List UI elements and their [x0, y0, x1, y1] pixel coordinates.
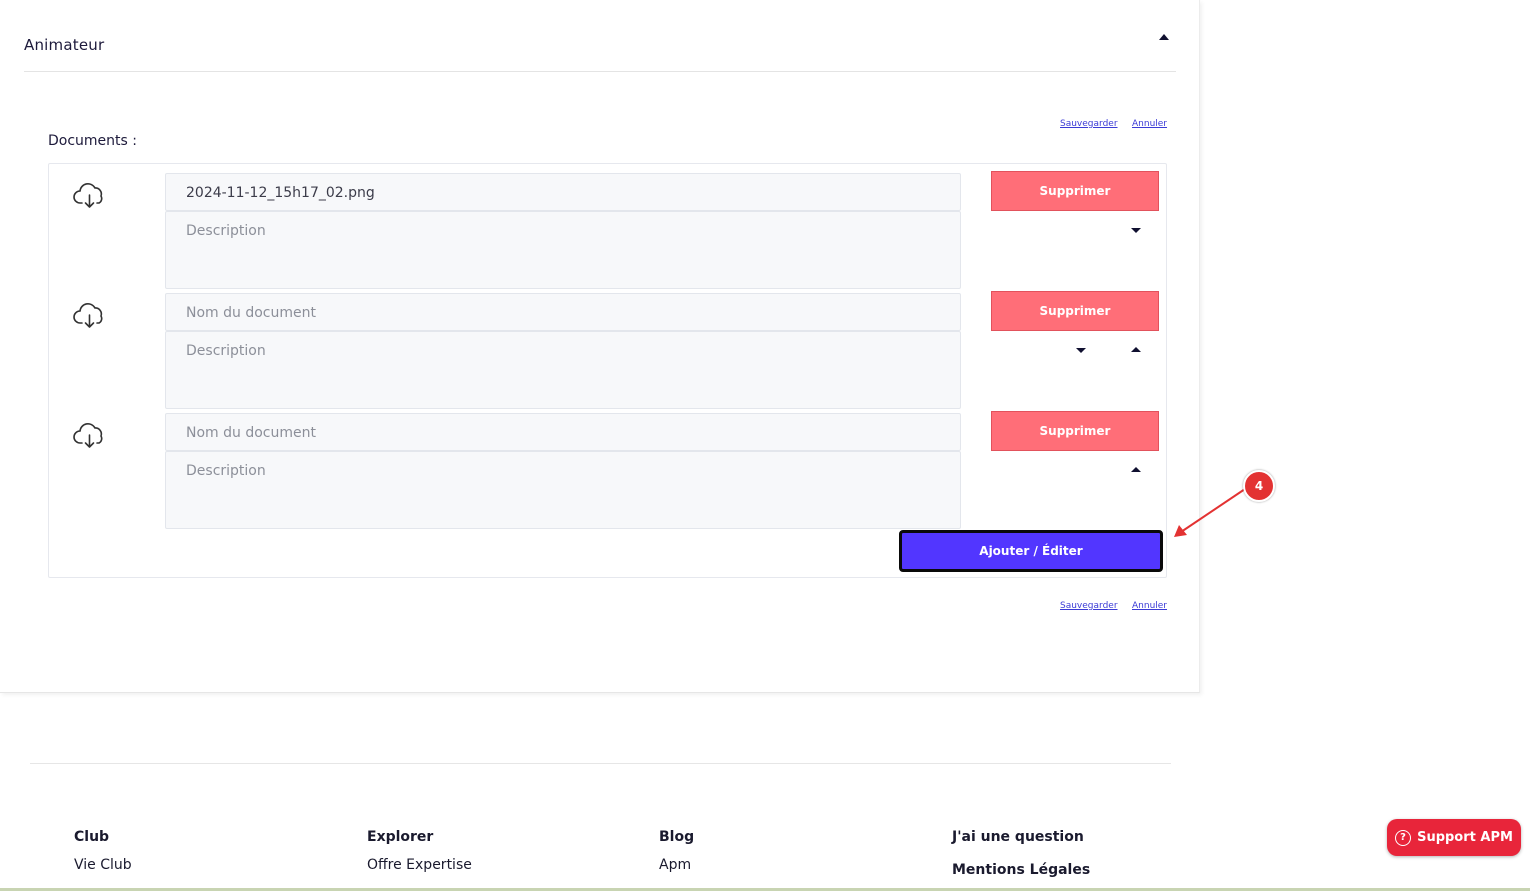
document-name-field[interactable]: Nom du document	[165, 293, 961, 331]
section-divider	[24, 71, 1176, 72]
cloud-download-icon[interactable]	[73, 302, 107, 330]
footer-divider	[30, 763, 1171, 764]
delete-button[interactable]: Supprimer	[991, 291, 1159, 331]
footer-heading-blog: Blog	[659, 829, 695, 845]
cancel-link-bottom[interactable]: Annuler	[1132, 601, 1167, 611]
cancel-link-top[interactable]: Annuler	[1132, 119, 1167, 129]
collapse-caret-icon[interactable]	[1159, 34, 1169, 40]
documents-label: Documents :	[48, 133, 137, 149]
animateur-card: Animateur Sauvegarder Annuler Documents …	[0, 0, 1200, 693]
move-up-icon[interactable]	[1131, 467, 1141, 472]
cloud-download-icon[interactable]	[73, 422, 107, 450]
footer-link-apm[interactable]: Apm	[659, 857, 691, 873]
support-label: Support APM	[1417, 830, 1513, 845]
delete-button[interactable]: Supprimer	[991, 411, 1159, 451]
footer-heading-club: Club	[74, 829, 110, 845]
annotation-step-badge: 4	[1243, 470, 1275, 502]
move-down-icon[interactable]	[1131, 228, 1141, 233]
document-description-field[interactable]: Description	[165, 451, 961, 529]
document-description-field[interactable]: Description	[165, 331, 961, 409]
cloud-download-icon[interactable]	[73, 182, 107, 210]
footer-link-mentions-legales[interactable]: Mentions Légales	[952, 862, 1090, 878]
move-up-icon[interactable]	[1131, 347, 1141, 352]
document-description-field[interactable]: Description	[165, 211, 961, 289]
footer-link-vie-club[interactable]: Vie Club	[74, 857, 132, 873]
question-circle-icon: ?	[1395, 829, 1412, 846]
save-link-bottom[interactable]: Sauvegarder	[1060, 601, 1118, 611]
delete-button[interactable]: Supprimer	[991, 171, 1159, 211]
section-title: Animateur	[24, 36, 105, 54]
footer-heading-explorer: Explorer	[367, 829, 434, 845]
footer-link-question[interactable]: J'ai une question	[952, 829, 1084, 845]
save-link-top[interactable]: Sauvegarder	[1060, 119, 1118, 129]
document-name-field[interactable]: 2024-11-12_15h17_02.png	[165, 173, 961, 211]
add-edit-button[interactable]: Ajouter / Éditer	[899, 530, 1163, 572]
document-name-field[interactable]: Nom du document	[165, 413, 961, 451]
support-button[interactable]: ? Support APM	[1387, 819, 1521, 856]
annotation-arrow	[1174, 488, 1246, 537]
move-down-icon[interactable]	[1076, 348, 1086, 353]
footer-link-offre-expertise[interactable]: Offre Expertise	[367, 857, 472, 873]
